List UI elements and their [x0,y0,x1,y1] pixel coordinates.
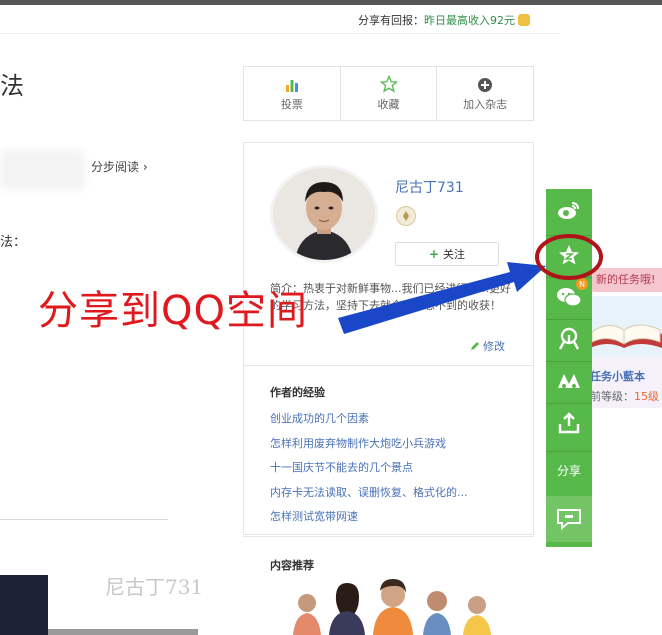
highlight-circle-icon [535,234,603,280]
annotation-caption: 分享到QQ空间 [38,288,308,334]
blue-arrow-icon [338,262,546,334]
